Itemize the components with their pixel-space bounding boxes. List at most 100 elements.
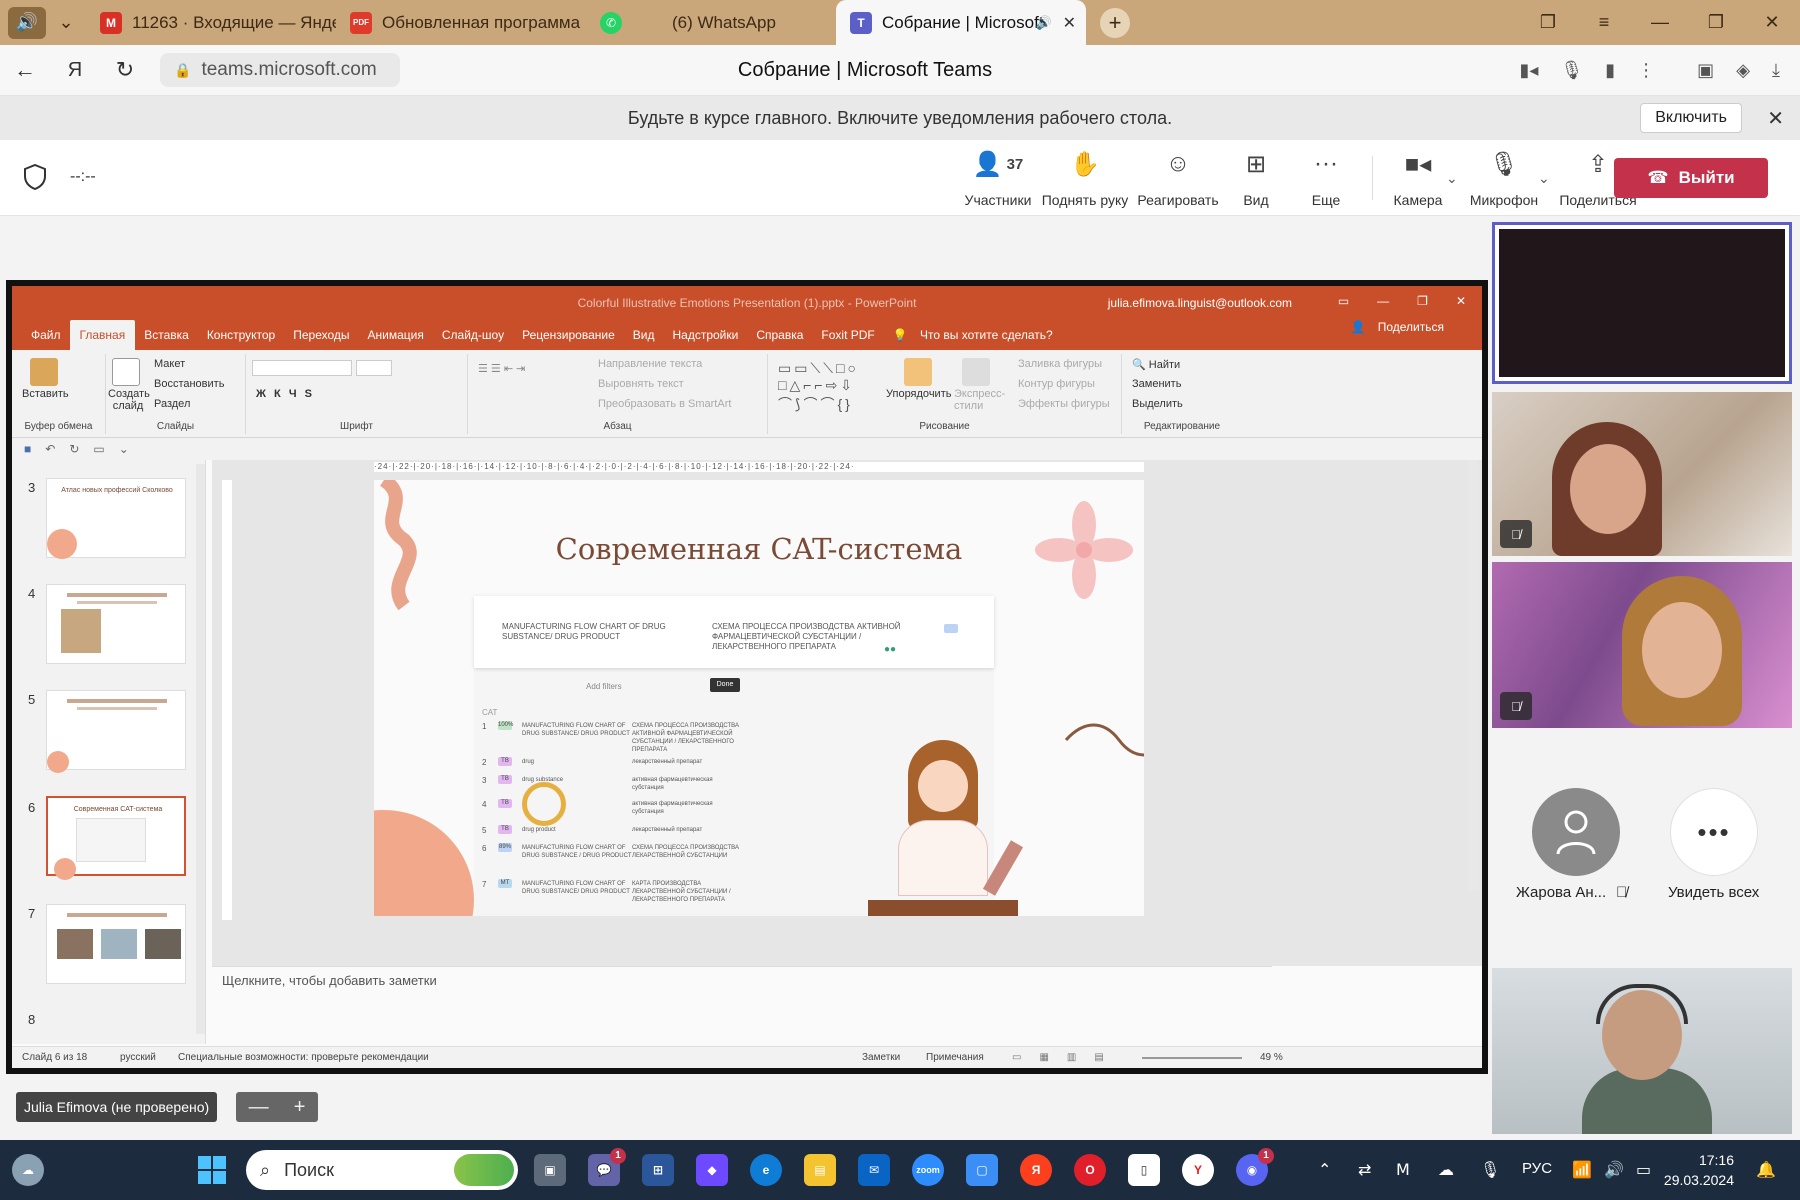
zoom-app-icon[interactable]: zoom xyxy=(912,1154,944,1186)
camera-permission-icon[interactable]: ▮◂ xyxy=(1519,60,1538,81)
mic-off-glyph: 🎙̸ xyxy=(1511,698,1521,714)
onedrive-icon[interactable]: ☁ xyxy=(1438,1160,1454,1180)
mail-app-icon[interactable]: ✉ xyxy=(858,1154,890,1186)
bluetooth-icon[interactable]: ⇄ xyxy=(1358,1160,1371,1180)
cat-row-tag: MT xyxy=(498,879,512,888)
search-placeholder: Поиск xyxy=(284,1159,334,1180)
raise-hand-button[interactable]: ✋ Поднять руку xyxy=(1040,148,1130,209)
edge-icon[interactable]: e xyxy=(750,1154,782,1186)
wifi-icon[interactable]: 📶 xyxy=(1572,1160,1592,1180)
react-button[interactable]: ☺ Реагировать xyxy=(1136,148,1220,208)
sound-icon[interactable]: 🔊 xyxy=(8,6,46,39)
notepad-icon[interactable]: ▯ xyxy=(1128,1154,1160,1186)
menu-insert: Вставка xyxy=(144,328,189,342)
input-language[interactable]: РУС xyxy=(1522,1160,1552,1177)
camera-button[interactable]: ■◂ Камера xyxy=(1392,148,1444,209)
speaker-icon[interactable]: 🔊 xyxy=(1036,15,1052,31)
close-window-icon[interactable]: ✕ xyxy=(1744,12,1800,33)
wave-decoration xyxy=(1064,723,1144,757)
self-video-tile[interactable] xyxy=(1492,222,1792,384)
participants-label: Участники xyxy=(964,192,1032,208)
customize-icon: ⌄ xyxy=(118,442,129,456)
participant-video-tile[interactable] xyxy=(1492,968,1792,1134)
more-button[interactable]: ··· Еще xyxy=(1306,148,1346,208)
kebab-menu-icon[interactable]: ⋮ xyxy=(1637,60,1655,81)
close-icon[interactable]: ✕ xyxy=(1767,106,1784,131)
magnifier-decoration xyxy=(522,782,566,826)
shapes-gallery: ▭▭⟍⟍□○ □△⌐⌐⇨⇩ ⌒⟆⌒⌒{} xyxy=(778,360,859,412)
participants-button[interactable]: 👤 37 Участники xyxy=(962,148,1034,209)
tab-pdf[interactable]: PDF Обновленная программа xyxy=(336,0,586,45)
ribbon-display-icon: ▭ xyxy=(1337,294,1350,308)
mic-options-chevron-icon[interactable]: ⌄ xyxy=(1538,170,1550,187)
undo-icon: ↶ xyxy=(45,442,56,456)
file-explorer-icon[interactable]: ▤ xyxy=(804,1154,836,1186)
collections-icon[interactable]: ▣ xyxy=(1697,60,1714,81)
mic-button[interactable]: 🎙 Микрофон xyxy=(1468,148,1540,209)
bookmark-icon[interactable]: ▮ xyxy=(1605,60,1615,81)
yandex-icon[interactable]: Y xyxy=(1182,1154,1214,1186)
volume-icon[interactable]: 🔊 xyxy=(1604,1160,1624,1180)
new-tab-button[interactable]: + xyxy=(1100,7,1130,38)
copilot-icon[interactable]: ◆ xyxy=(696,1154,728,1186)
shield-icon[interactable] xyxy=(24,164,46,190)
view-buttons: ▭▦▥▤ xyxy=(1012,1052,1122,1063)
drawing-label: Рисование xyxy=(919,421,970,432)
discord-badge: 1 xyxy=(1258,1148,1274,1164)
windows-start-icon[interactable] xyxy=(196,1154,228,1186)
menu-icon[interactable]: ≡ xyxy=(1576,12,1632,33)
opera-icon[interactable]: O xyxy=(1074,1154,1106,1186)
back-icon[interactable]: ← xyxy=(0,57,50,83)
teams-chat-icon[interactable]: 💬 1 xyxy=(588,1148,626,1186)
minimize-icon[interactable]: — xyxy=(1632,12,1688,33)
discord-icon[interactable]: ◉ 1 xyxy=(1236,1148,1274,1186)
close-tab-icon[interactable]: ✕ xyxy=(1063,13,1076,33)
chevron-down-icon[interactable]: ⌄ xyxy=(46,0,86,45)
paragraph-label: Абзац xyxy=(603,421,632,432)
mic-permission-icon[interactable]: 🎙 xyxy=(1560,60,1583,81)
paste-icon xyxy=(30,358,58,386)
notification-bell-icon[interactable]: 🔔 xyxy=(1756,1160,1776,1180)
taskbar-search[interactable]: ⌕ Поиск xyxy=(246,1150,518,1190)
system-clock[interactable]: 17:16 29.03.2024 xyxy=(1664,1150,1734,1190)
weather-icon[interactable]: ☁ xyxy=(12,1154,44,1186)
menu-transitions: Переходы xyxy=(293,328,350,342)
participant-avatar[interactable] xyxy=(1532,788,1620,876)
tab-whatsapp[interactable]: ✆ (6) WhatsApp xyxy=(586,0,836,45)
zoom-level: 49 % xyxy=(1260,1052,1283,1063)
qa-icon: ●● xyxy=(884,644,897,655)
yandex-icon[interactable]: Я xyxy=(50,59,100,82)
camera-options-chevron-icon[interactable]: ⌄ xyxy=(1446,170,1458,187)
store-icon[interactable]: ⊞ xyxy=(642,1154,674,1186)
view-button[interactable]: ⊞ Вид xyxy=(1236,148,1276,209)
tab-mail[interactable]: M 11263 · Входящие — Янде xyxy=(86,0,336,45)
chevron-up-icon[interactable]: ⌃ xyxy=(1318,1160,1331,1180)
participant-video-tile[interactable]: 🎙̸ xyxy=(1492,562,1792,728)
menu-home: Главная xyxy=(69,320,136,350)
maximize-icon[interactable]: ❐ xyxy=(1688,12,1744,33)
download-icon[interactable]: ⤓ xyxy=(1772,60,1780,81)
video-feed xyxy=(1499,229,1785,377)
extension-icon[interactable]: ◈ xyxy=(1736,60,1750,81)
windows-taskbar: ☁ ⌕ Поиск ▣ 💬 1 ⊞ ◆ e ▤ ✉ zoom ▢ Я O ▯ Y … xyxy=(0,1140,1800,1200)
messenger-icon[interactable]: ▢ xyxy=(966,1154,998,1186)
microphone-tray-icon[interactable]: 🎙 xyxy=(1480,1160,1500,1180)
yandex-browser-icon[interactable]: Я xyxy=(1020,1154,1052,1186)
editing-label: Редактирование xyxy=(1143,421,1221,432)
zoom-in-button[interactable]: + xyxy=(294,1096,306,1119)
done-button: Done xyxy=(710,678,740,692)
zoom-out-button[interactable]: — xyxy=(249,1096,269,1119)
enable-notifications-button[interactable]: Включить xyxy=(1640,103,1742,133)
tab-teams[interactable]: T Собрание | Microsoft 🔊 ✕ xyxy=(836,0,1086,45)
media-icon[interactable]: Ⅿ xyxy=(1396,1160,1410,1180)
tabs-icon[interactable]: ❐ xyxy=(1520,12,1576,33)
participant-video-tile[interactable]: 🎙̸ xyxy=(1492,392,1792,556)
url-field[interactable]: 🔒 teams.microsoft.com xyxy=(160,53,400,87)
see-all-button[interactable]: ••• xyxy=(1670,788,1758,876)
accessibility-status: Специальные возможности: проверьте реком… xyxy=(178,1052,429,1063)
cat-row-target: лекарственный препарат xyxy=(632,759,703,765)
task-view-icon[interactable]: ▣ xyxy=(534,1154,566,1186)
battery-icon[interactable]: ▭ xyxy=(1636,1160,1651,1180)
leave-button[interactable]: ☎ Выйти xyxy=(1614,158,1768,198)
reload-icon[interactable]: ↻ xyxy=(100,57,150,83)
